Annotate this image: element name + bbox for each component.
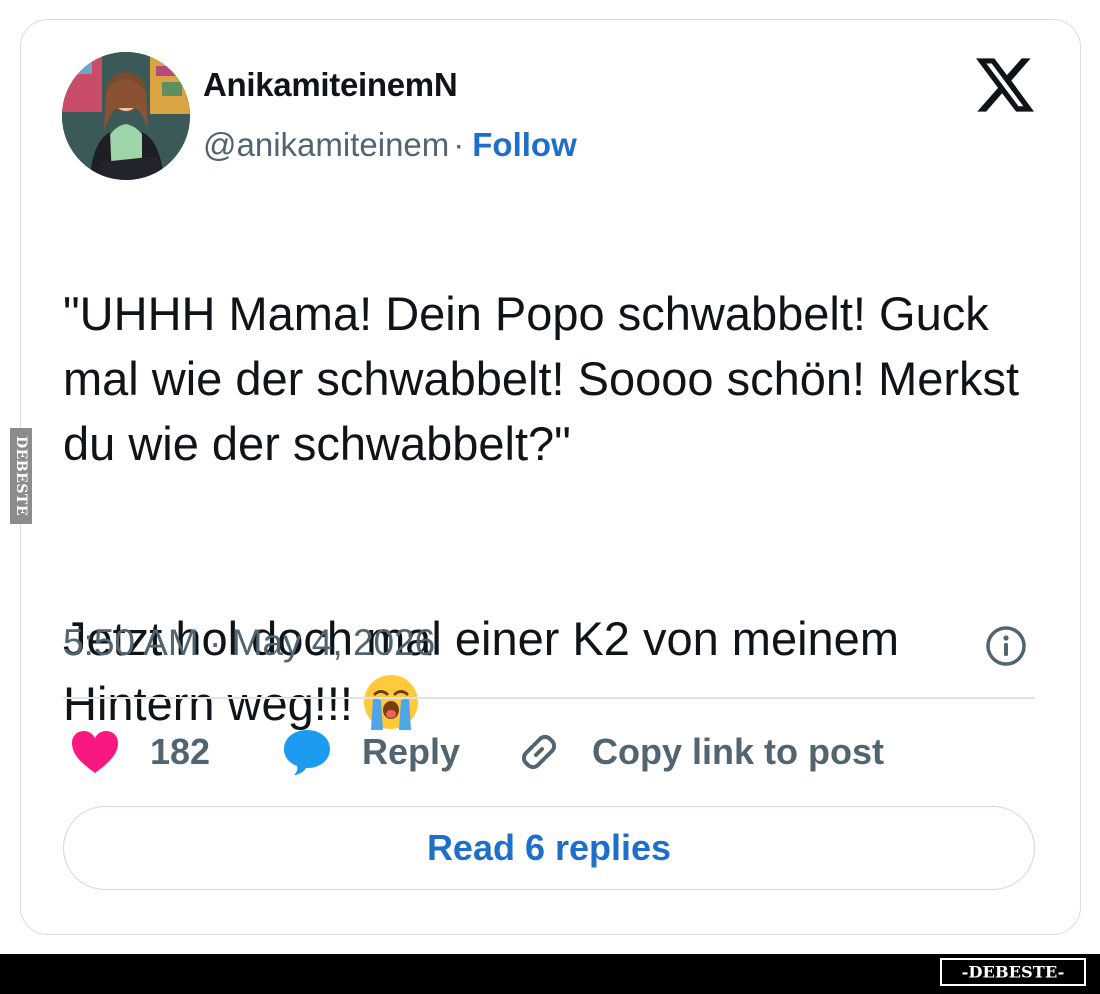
like-count: 182 <box>150 731 211 772</box>
action-bar: 182 Reply Copy link to post <box>70 722 1030 782</box>
svg-text:DEBESTE: DEBESTE <box>13 436 29 516</box>
like-button[interactable]: 182 <box>70 722 210 782</box>
reply-button[interactable]: Reply <box>282 722 460 782</box>
read-replies-label: Read 6 replies <box>426 827 672 868</box>
read-replies-button[interactable]: Read 6 replies <box>63 806 1035 890</box>
speech-bubble-icon <box>284 730 330 775</box>
avatar[interactable] <box>62 52 190 180</box>
x-logo-icon[interactable] <box>976 58 1034 112</box>
handle[interactable]: @anikamiteinem <box>203 126 449 163</box>
follow-button[interactable]: Follow <box>472 126 576 163</box>
post-timestamp[interactable]: 5:50 AM · May 4, 2026 <box>63 622 435 664</box>
heart-icon <box>72 731 118 773</box>
post-text: "UHHH Mama! Dein Popo schwabbelt! Guck m… <box>63 216 1053 801</box>
side-watermark: DEBESTE <box>10 428 32 524</box>
display-name[interactable]: AnikamiteinemN <box>203 66 458 104</box>
brand-watermark: -DEBESTE- <box>940 958 1086 986</box>
handle-separator: · <box>453 126 465 163</box>
copy-link-button[interactable]: Copy link to post <box>514 722 884 782</box>
post-text-paragraph-1: "UHHH Mama! Dein Popo schwabbelt! Guck m… <box>63 287 1020 470</box>
info-icon[interactable] <box>985 625 1027 667</box>
reply-label: Reply <box>362 731 461 772</box>
handle-row: @anikamiteinem · Follow <box>203 126 577 164</box>
link-icon <box>521 734 557 770</box>
avatar-illustration <box>62 52 190 180</box>
svg-text:-DEBESTE-: -DEBESTE- <box>962 962 1065 981</box>
side-watermark-text: DEBESTE <box>13 436 29 516</box>
divider <box>63 697 1035 699</box>
brand-watermark-text: -DEBESTE- <box>962 962 1065 981</box>
watermark-bar <box>0 954 1100 994</box>
copy-link-label: Copy link to post <box>592 731 884 772</box>
